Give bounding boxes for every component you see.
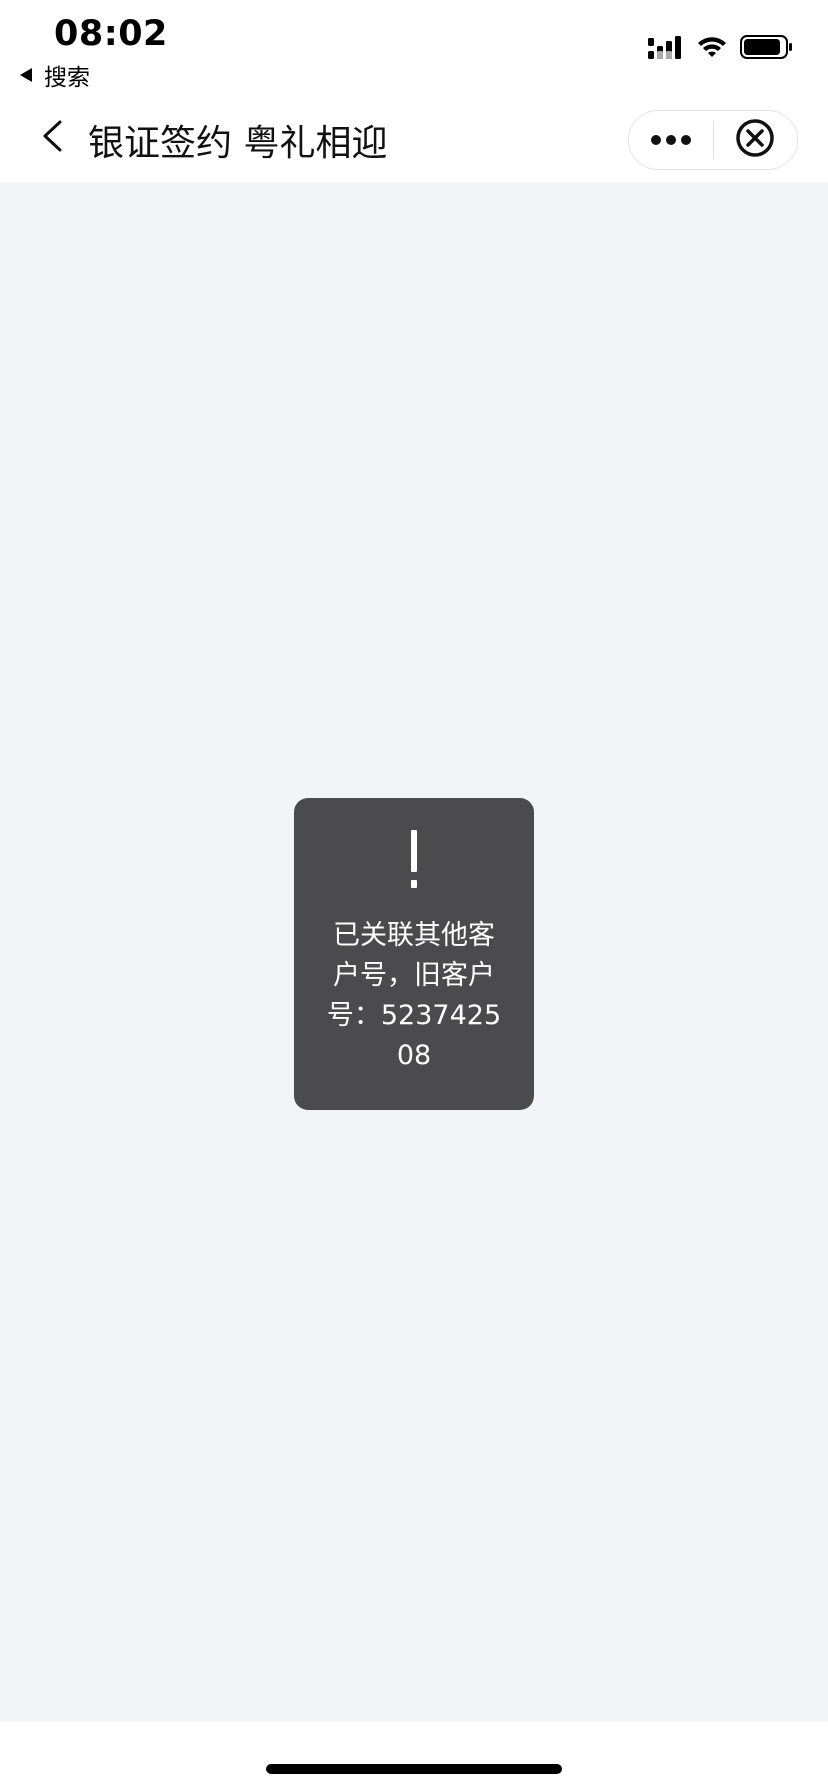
toast-message: 已关联其他客户号，旧客户号：523742508 xyxy=(294,798,534,1110)
close-button[interactable] xyxy=(714,111,798,169)
navigation-bar: 银证签约 粤礼相迎 xyxy=(0,96,828,183)
chevron-left-icon xyxy=(40,119,64,157)
mini-program-capsule xyxy=(628,110,798,170)
battery-icon xyxy=(740,34,794,64)
back-button[interactable] xyxy=(30,116,74,160)
status-time: 08:02 xyxy=(54,14,168,54)
home-area xyxy=(0,1722,828,1792)
back-to-app-link[interactable]: 搜索 xyxy=(20,58,90,92)
more-button[interactable] xyxy=(629,111,713,169)
exclamation-icon xyxy=(294,830,534,890)
back-triangle-icon xyxy=(20,68,32,82)
more-dots-icon xyxy=(650,131,692,150)
close-circle-icon xyxy=(735,118,775,162)
toast-text: 已关联其他客户号，旧客户号：523742508 xyxy=(326,920,502,1071)
signal-icon xyxy=(648,34,684,64)
back-app-label: 搜索 xyxy=(44,65,90,91)
app-screen: 08:02 搜索 银证签约 粤礼相迎 已关联其他客户号，旧客户号：5237425… xyxy=(0,0,828,1792)
status-icons xyxy=(648,34,794,64)
status-bar: 08:02 搜索 xyxy=(0,0,828,96)
home-indicator[interactable] xyxy=(266,1764,562,1774)
wifi-icon xyxy=(696,35,728,63)
page-title: 银证签约 粤礼相迎 xyxy=(88,123,388,164)
